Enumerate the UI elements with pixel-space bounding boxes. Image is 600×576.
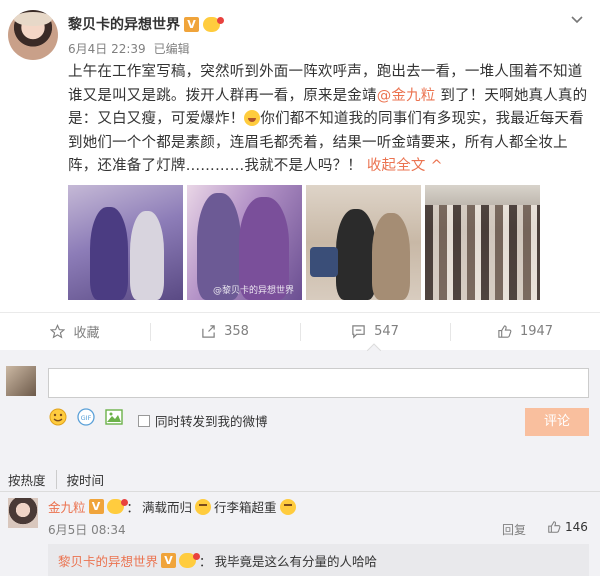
commenter-avatar[interactable] <box>8 498 38 528</box>
repost-icon <box>202 325 215 338</box>
post-text-line: 到她们一个个都是素颜，连眉毛都秃着，结果一听金靖要来，所有人都全妆上 <box>68 134 568 151</box>
edited-label[interactable]: 已编辑 <box>154 40 190 57</box>
verified-badge-icon: V <box>88 499 104 514</box>
sub-reply-body: 我毕竟是这么有分量的人哈哈 <box>214 553 378 569</box>
photo-grid: @黎贝卡的异想世界 <box>68 185 540 300</box>
star-icon <box>50 324 66 339</box>
author-name[interactable]: 黎贝卡的异想世界 <box>68 14 180 34</box>
post-body: 上午在工作室写稿，突然听到外面一阵欢呼声，跑出去一看，一堆人围着不知道 谁又是叫… <box>68 61 588 179</box>
thumbs-up-icon <box>548 521 561 533</box>
photo-watermark: @黎贝卡的异想世界 <box>213 286 295 296</box>
comment-text: 金九粒 V ： 满载而归 行李箱超重 <box>48 497 296 516</box>
forward-label: 同时转发到我的微博 <box>155 414 268 429</box>
repost-count: 358 <box>224 324 249 339</box>
sweat-emoji-icon <box>279 498 296 515</box>
comment-like-button[interactable]: 146 <box>547 520 588 534</box>
thumbs-up-icon <box>498 325 512 338</box>
vip-emoji-icon <box>203 16 224 32</box>
author-avatar[interactable] <box>8 10 58 60</box>
post-action-bar: 收藏 358 547 1947 <box>0 312 600 350</box>
mention-link[interactable]: @金九粒 <box>377 88 436 104</box>
comment-body: 满载而归 <box>142 500 193 515</box>
sweat-emoji-icon <box>195 498 212 515</box>
post-photo[interactable] <box>68 185 183 300</box>
post-photo[interactable] <box>425 185 540 300</box>
favorite-button[interactable]: 收藏 <box>0 313 150 350</box>
post-text-line: 是：又白又瘦，可爱爆炸！ 你们都不知道我的同事们有多现实，我最近每天看 <box>68 110 584 127</box>
image-icon[interactable] <box>104 407 124 427</box>
post-text-line: 上午在工作室写稿，突然听到外面一阵欢呼声，跑出去一看，一堆人围着不知道 <box>68 64 583 80</box>
favorite-label: 收藏 <box>73 326 100 341</box>
forward-option[interactable]: 同时转发到我的微博 <box>138 411 268 430</box>
post-text-line: 谁又是叫又是跳。拨开人群再一看，原来是金靖@金九粒 到了！天啊她真人真的 <box>68 87 588 104</box>
verified-badge-icon: V <box>184 16 199 32</box>
author-name-row: 黎贝卡的异想世界 V <box>68 14 224 34</box>
sort-by-hot-tab[interactable]: 按热度 <box>8 470 46 489</box>
comment-date: 6月5日 08:34 <box>48 523 126 537</box>
svg-text:GIF: GIF <box>81 414 92 422</box>
post-photo[interactable]: @黎贝卡的异想世界 <box>187 185 302 300</box>
forward-checkbox[interactable] <box>138 414 150 427</box>
comment-count: 547 <box>374 324 399 339</box>
divider <box>0 491 600 492</box>
submit-comment-button[interactable]: 评论 <box>525 408 589 436</box>
gif-icon[interactable]: GIF <box>76 407 96 427</box>
emoji-icon[interactable] <box>48 407 68 427</box>
post-text-line: 阵，还准备了灯牌…………我就不是人吗？！ 收起全文 ^ <box>68 158 443 174</box>
like-count: 1947 <box>519 324 554 339</box>
reply-button[interactable]: 回复 <box>502 521 526 538</box>
comment-like-count: 146 <box>565 520 588 534</box>
repost-button[interactable]: 358 <box>150 313 300 350</box>
post-meta: 6月4日 22:39 已编辑 <box>68 40 190 57</box>
laugh-emoji-icon <box>244 110 261 126</box>
weibo-post: 黎贝卡的异想世界 V 6月4日 22:39 已编辑 上午在工作室写稿，突然听到外… <box>0 0 600 350</box>
comment-pointer <box>367 343 381 351</box>
post-date[interactable]: 6月4日 22:39 <box>68 40 146 57</box>
chevron-down-icon[interactable] <box>568 10 586 28</box>
post-photo[interactable] <box>306 185 421 300</box>
sort-tabs: 按热度 按时间 <box>8 470 104 489</box>
sub-reply: 黎贝卡的异想世界 V ： 我毕竟是这么有分量的人哈哈 <box>48 544 589 576</box>
comment-body: 行李箱超重 <box>214 500 277 515</box>
comment-icon <box>352 325 365 339</box>
collapse-link[interactable]: 收起全文 ^ <box>367 158 443 174</box>
sort-by-time-tab[interactable]: 按时间 <box>55 470 104 489</box>
sub-reply-author[interactable]: 黎贝卡的异想世界 <box>58 551 158 570</box>
comment-input[interactable] <box>48 368 589 398</box>
comment-toolbar: GIF <box>48 407 124 427</box>
commenter-name[interactable]: 金九粒 <box>48 497 86 516</box>
verified-badge-icon: V <box>161 552 177 568</box>
my-avatar[interactable] <box>6 366 36 396</box>
vip-emoji-icon <box>106 499 128 514</box>
like-button[interactable]: 1947 <box>450 313 600 350</box>
vip-emoji-icon <box>179 552 201 568</box>
